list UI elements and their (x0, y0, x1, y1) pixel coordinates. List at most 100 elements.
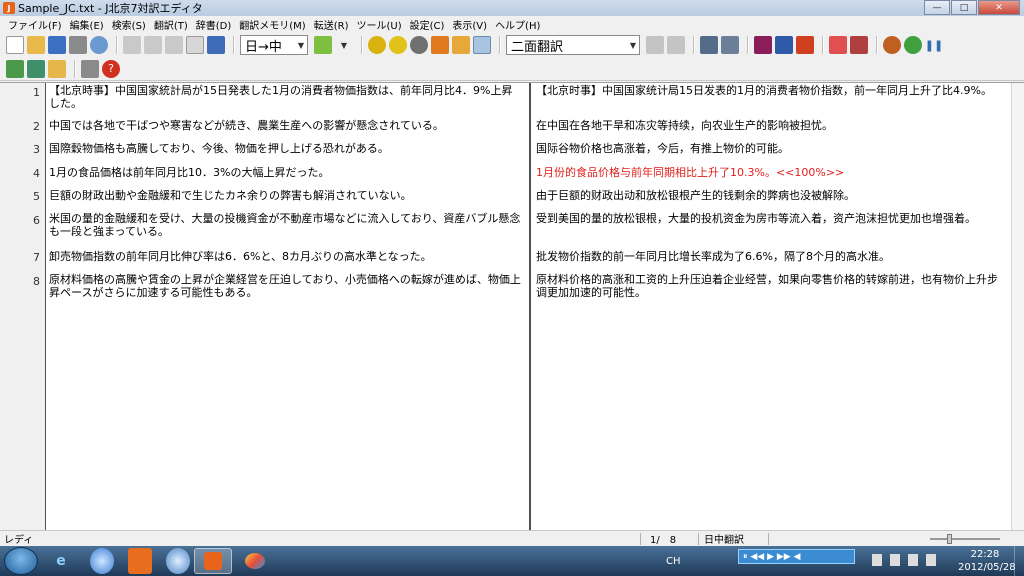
save-icon[interactable] (48, 36, 66, 54)
target-line[interactable]: 原材料价格的高涨和工资的上升压迫着企业经营，如果向零售价格的转嫁前进，也有物价上… (533, 273, 1011, 299)
paint-icon[interactable] (236, 548, 274, 574)
clock-time: 22:28 (970, 549, 1000, 560)
quick-translate-icon[interactable] (314, 36, 332, 54)
media-controls[interactable]: ⏸ ◀◀ ▶ ▶▶ ◀ (738, 549, 855, 564)
envelope-icon[interactable] (48, 59, 66, 78)
translator-app-task[interactable] (194, 548, 232, 574)
title-bar: J Sample_JC.txt - J北京7対訳エディタ — □ ✕ (0, 0, 1024, 16)
translate-all-icon[interactable] (368, 36, 386, 54)
translation-direction-select[interactable]: 日→中 ▼ (240, 35, 308, 55)
source-line[interactable]: 米国の量的金融緩和を受け、大量の投機資金が不動産市場などに流入しており、資産バブ… (46, 212, 529, 238)
menu-edit[interactable]: 編集(E) (66, 17, 108, 32)
chevron-down-icon: ▼ (297, 40, 304, 50)
user-dictionary-icon[interactable] (796, 36, 814, 54)
pause-icon[interactable]: ❚❚ (925, 36, 943, 54)
print-preview-icon[interactable] (829, 36, 847, 54)
open-folder-icon[interactable] (27, 36, 45, 54)
chevron-down-icon[interactable]: ▼ (335, 36, 353, 54)
grid-layout-icon[interactable] (81, 59, 99, 78)
network-icon[interactable] (908, 554, 918, 566)
source-line[interactable]: 卸売物価指数の前年同月比伸び率は6．6%と、8カ月ぶりの高水準となった。 (46, 250, 529, 263)
volume-icon[interactable] (926, 554, 936, 566)
translation-memory-icon[interactable] (452, 36, 470, 54)
dictionary-lookup-icon[interactable] (473, 36, 491, 54)
menu-translation-memory[interactable]: 翻訳メモリ(M) (235, 17, 309, 32)
target-line[interactable]: 批发物价指数的前一年同月比增长率成为了6.6%，隔了8个月的高水准。 (533, 250, 1011, 263)
target-line[interactable]: 【北京时事】中国国家统计局15日发表的1月的消费者物价指数，前一年同月上升了比4… (533, 84, 1011, 97)
clock[interactable]: 22:28 2012/05/28 (958, 548, 1016, 574)
undo-icon[interactable] (123, 36, 141, 54)
action-center-icon[interactable] (890, 554, 900, 566)
window-controls: — □ ✕ (923, 0, 1020, 15)
menu-view[interactable]: 表示(V) (448, 17, 491, 32)
minimize-button[interactable]: — (924, 0, 950, 15)
safari-icon[interactable] (90, 548, 114, 574)
source-pane-japanese[interactable]: 【北京時事】中国国家統計局が15日発表した1月の消費者物価指数は、前年同月比4．… (46, 83, 531, 531)
show-desktop-button[interactable] (1014, 546, 1024, 576)
browser-icon[interactable] (166, 548, 190, 574)
target-line-tm-match[interactable]: 1月份的食品价格与前年同期相比上升了10.3%。<<100%>> (533, 166, 1011, 179)
source-line[interactable]: 1月の食品価格は前年同月比10．3%の大幅上昇だった。 (46, 166, 529, 179)
screen-translate-icon[interactable] (700, 36, 718, 54)
books-icon[interactable] (754, 36, 772, 54)
disabled-tool-icon[interactable] (667, 36, 685, 54)
menu-settings[interactable]: 設定(C) (406, 17, 449, 32)
print-setup-icon[interactable] (850, 36, 868, 54)
maximize-button[interactable]: □ (951, 0, 977, 15)
copy-icon[interactable] (165, 36, 183, 54)
print-icon[interactable] (69, 36, 87, 54)
menu-file[interactable]: ファイル(F) (4, 17, 66, 32)
line-number: 5 (33, 190, 40, 203)
speech-icon[interactable] (883, 36, 901, 54)
help-icon[interactable]: ? (102, 59, 120, 78)
media-buttons[interactable]: ⏸ ◀◀ ▶ ▶▶ ◀ (743, 552, 800, 562)
media-player-icon[interactable] (128, 548, 152, 574)
source-line[interactable]: 巨額の財政出動や金融緩和で生じたカネ余りの弊害も解消されていない。 (46, 189, 529, 202)
divider (640, 533, 641, 545)
find-icon[interactable] (90, 36, 108, 54)
menu-dictionary[interactable]: 辞書(D) (192, 17, 236, 32)
binoculars-icon[interactable] (207, 36, 225, 54)
language-indicator[interactable]: CH (666, 556, 681, 567)
zoom-slider-thumb[interactable] (947, 534, 952, 544)
disabled-tool-icon[interactable] (646, 36, 664, 54)
translate-line-icon[interactable] (389, 36, 407, 54)
menu-help[interactable]: ヘルプ(H) (491, 17, 544, 32)
satellite-icon[interactable] (721, 36, 739, 54)
view-mode-select[interactable]: 二面翻訳 ▼ (506, 35, 640, 55)
dictionary-icon[interactable] (775, 36, 793, 54)
start-button[interactable] (4, 547, 38, 575)
zoom-slider-track[interactable] (930, 538, 1000, 540)
dictionary-edit-icon[interactable] (6, 59, 24, 78)
source-line[interactable]: 国際穀物価格も高騰しており、今後、物価を押し上げる恐れがある。 (46, 142, 529, 155)
vertical-scrollbar[interactable] (1011, 83, 1024, 531)
source-line[interactable]: 【北京時事】中国国家統計局が15日発表した1月の消費者物価指数は、前年同月比4．… (46, 84, 529, 110)
target-line[interactable]: 国际谷物价格也高涨着，今后，有推上物价的可能。 (533, 142, 1011, 155)
translate-dialog-icon[interactable] (431, 36, 449, 54)
target-pane-chinese[interactable]: 【北京时事】中国国家统计局15日发表的1月的消费者物价指数，前一年同月上升了比4… (533, 83, 1011, 531)
menu-bar: ファイル(F) 編集(E) 検索(S) 翻訳(T) 辞書(D) 翻訳メモリ(M)… (0, 16, 1024, 32)
source-line[interactable]: 中国では各地で干ばつや寒害などが続き、農業生産への影響が懸念されている。 (46, 119, 529, 132)
main-toolbar: 日→中 ▼ ▼ 二面翻訳 ▼ ❚❚ (0, 33, 1024, 57)
menu-transfer[interactable]: 転送(R) (310, 17, 353, 32)
speak-icon[interactable] (904, 36, 922, 54)
flag-icon[interactable] (872, 554, 882, 566)
menu-translate[interactable]: 翻訳(T) (150, 17, 192, 32)
cut-icon[interactable] (144, 36, 162, 54)
close-button[interactable]: ✕ (978, 0, 1020, 15)
internet-explorer-icon[interactable]: e (42, 548, 80, 574)
source-line[interactable]: 原材料価格の高騰や賃金の上昇が企業経営を圧迫しており、小売価格への転嫁が進めば、… (46, 273, 529, 299)
target-line[interactable]: 受到美国的量的放松银根，大量的投机资金为房市等流入着，资产泡沫担忧更加也增强着。 (533, 212, 1011, 225)
stop-icon[interactable] (410, 36, 428, 54)
target-line[interactable]: 在中国在各地干旱和冻灾等持续，向农业生产的影响被担忧。 (533, 119, 1011, 132)
menu-search[interactable]: 検索(S) (108, 17, 150, 32)
divider (768, 533, 769, 545)
register-word-icon[interactable] (27, 59, 45, 78)
target-line[interactable]: 由于巨额的财政出动和放松银根产生的钱剩余的弊病也没被解除。 (533, 189, 1011, 202)
menu-tools[interactable]: ツール(U) (352, 17, 405, 32)
separator (876, 36, 878, 54)
secondary-toolbar: ? (0, 57, 1024, 81)
paste-icon[interactable] (186, 36, 204, 54)
new-file-icon[interactable] (6, 36, 24, 54)
chevron-down-icon: ▼ (629, 40, 636, 50)
